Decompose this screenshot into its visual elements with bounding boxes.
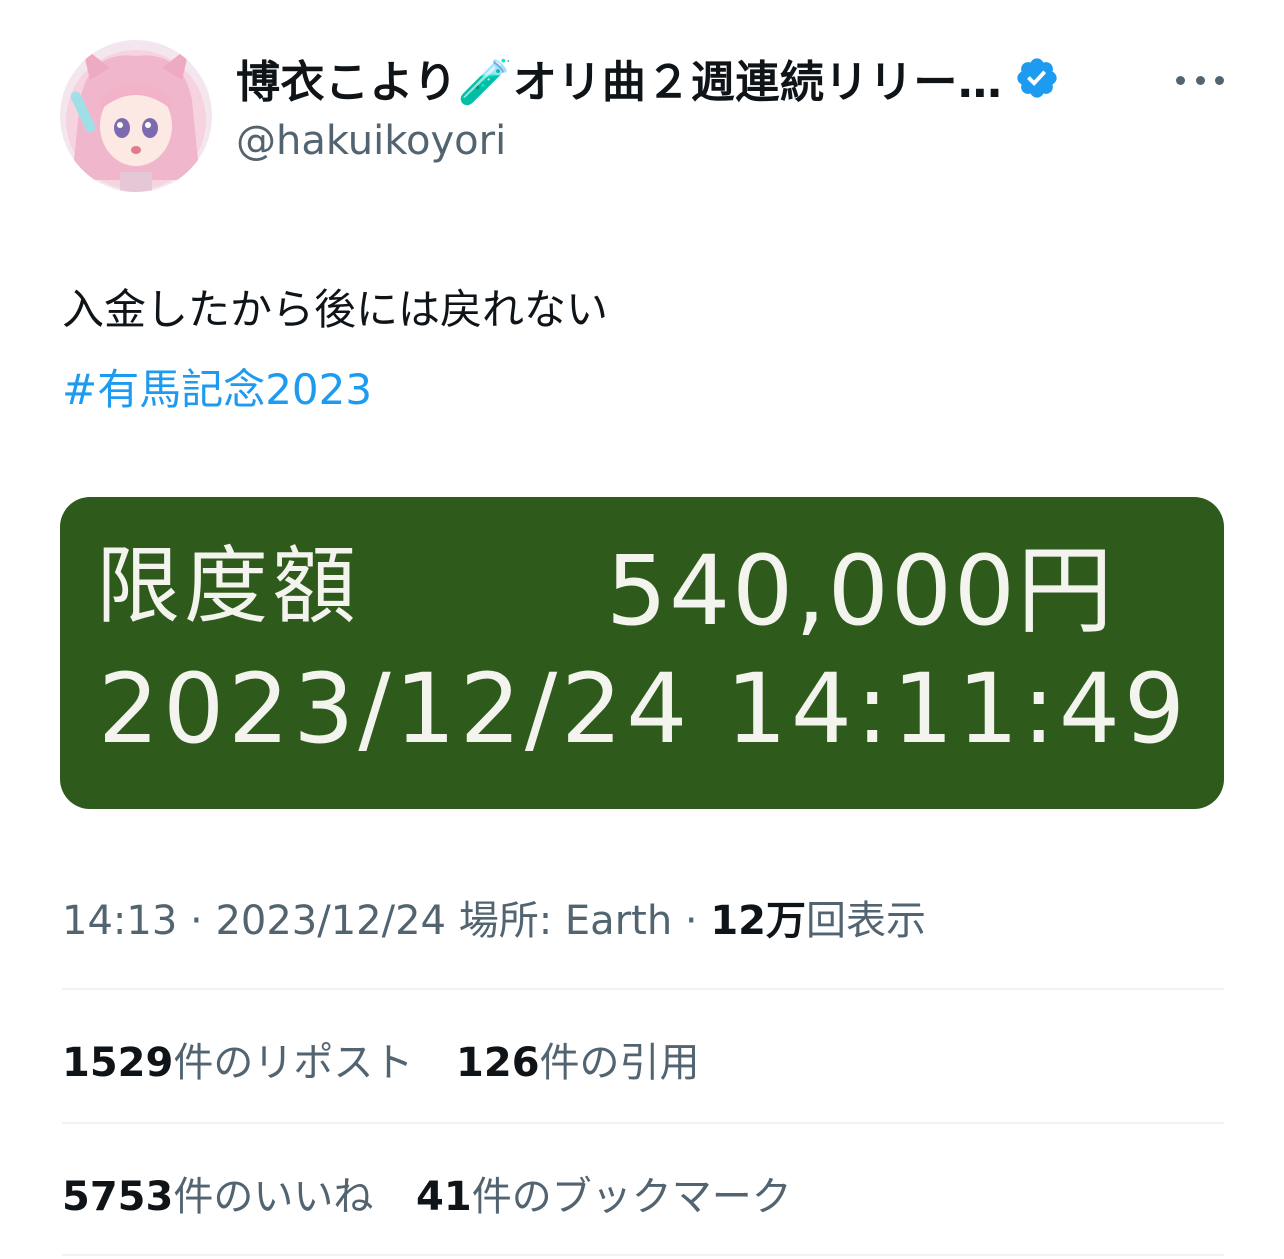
likes-count: 5753	[62, 1174, 174, 1220]
media-timestamp: 2023/12/24 14:11:49	[98, 653, 1189, 765]
dot	[1176, 75, 1185, 85]
tweet-text: 入金したから後には戻れない	[62, 285, 609, 334]
divider	[62, 1254, 1224, 1256]
tweet-date[interactable]: 2023/12/24	[215, 898, 446, 944]
stats-row-reposts: 1529件のリポスト 126件の引用	[62, 1030, 730, 1088]
author-name-row[interactable]: 博衣こより🧪オリ曲２週連続リリー…	[236, 46, 1060, 110]
quotes-count: 126	[456, 1040, 540, 1086]
author-handle[interactable]: @hakuikoyori	[236, 118, 506, 164]
tweet-media-image[interactable]: 限度額 540,000円 2023/12/24 14:11:49	[60, 497, 1224, 809]
bookmarks-label: 件のブックマーク	[471, 1174, 792, 1220]
likes-label: 件のいいね	[173, 1174, 374, 1220]
tweet-time[interactable]: 14:13	[62, 898, 177, 944]
author-avatar[interactable]	[60, 40, 212, 192]
stats-row-likes: 5753件のいいね 41件のブックマーク	[62, 1164, 822, 1222]
location-label: 場所:	[458, 898, 565, 944]
divider	[62, 988, 1224, 990]
verified-badge-icon[interactable]	[1014, 55, 1060, 101]
dot	[1215, 75, 1224, 85]
views-label: 回表示	[806, 898, 926, 944]
quotes-label: 件の引用	[539, 1040, 700, 1086]
author-display-name[interactable]: 博衣こより🧪オリ曲２週連続リリー…	[236, 46, 1002, 110]
meta-separator: ·	[177, 898, 216, 944]
likes-stat[interactable]: 5753件のいいね	[62, 1174, 373, 1220]
reposts-count: 1529	[62, 1040, 174, 1086]
meta-separator: ·	[672, 898, 711, 944]
tweet-meta: 14:13 · 2023/12/24 場所: Earth · 12万回表示	[62, 888, 926, 946]
reposts-label: 件のリポスト	[173, 1040, 414, 1086]
views-count: 12万	[710, 898, 806, 944]
divider	[62, 1122, 1224, 1124]
reposts-stat[interactable]: 1529件のリポスト	[62, 1040, 413, 1086]
dot	[1195, 75, 1205, 85]
media-limit-amount: 540,000円	[606, 535, 1115, 647]
media-limit-label: 限度額	[96, 537, 361, 635]
more-options-icon[interactable]	[1176, 62, 1224, 98]
bookmarks-count: 41	[416, 1174, 472, 1220]
quotes-stat[interactable]: 126件の引用	[456, 1040, 700, 1086]
avatar-image	[60, 40, 212, 192]
bookmarks-stat[interactable]: 41件のブックマーク	[416, 1174, 792, 1220]
hashtag-link[interactable]: #有馬記念2023	[62, 356, 372, 424]
location-value[interactable]: Earth	[565, 898, 672, 944]
